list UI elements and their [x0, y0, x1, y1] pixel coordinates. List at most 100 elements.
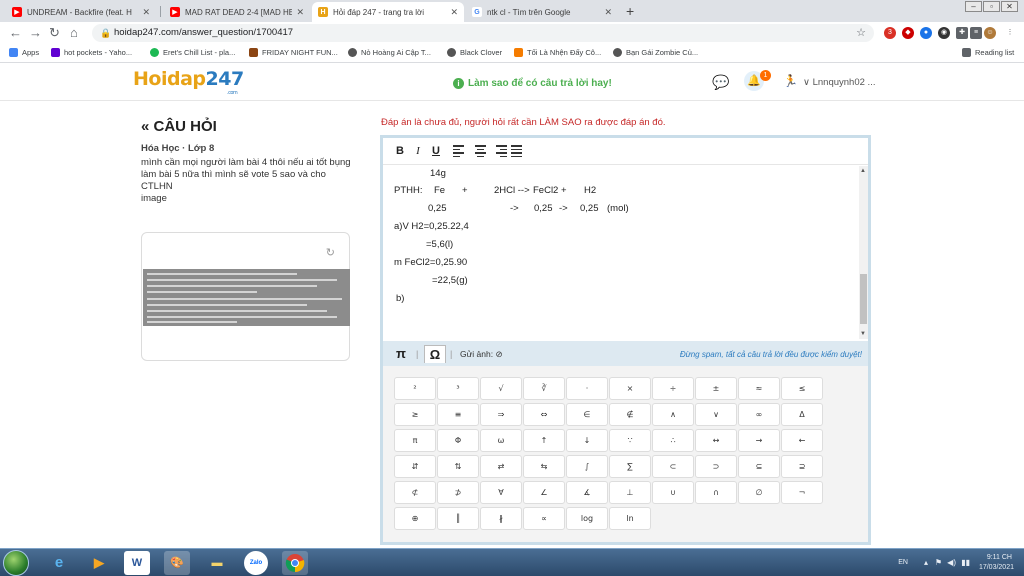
symbol-button[interactable]: ≡ — [437, 403, 479, 426]
symbol-button[interactable]: ∑ — [609, 455, 651, 478]
new-tab-button[interactable]: + — [626, 3, 634, 19]
close-icon[interactable]: ✕ — [450, 7, 458, 18]
symbol-button[interactable]: ⇆ — [523, 455, 565, 478]
symbol-button[interactable]: ← — [781, 429, 823, 452]
symbol-button[interactable]: ∪ — [652, 481, 694, 504]
chrome-icon[interactable] — [282, 551, 308, 575]
italic-button[interactable]: I — [409, 142, 427, 160]
symbol-button[interactable]: ÷ — [652, 377, 694, 400]
symbol-button[interactable]: √ — [480, 377, 522, 400]
close-icon[interactable]: ✕ — [142, 7, 150, 18]
symbol-button[interactable]: ∉ — [609, 403, 651, 426]
bookmark-item[interactable]: Tối Là Nhện Đấy Cô... — [514, 48, 601, 57]
align-left-icon[interactable] — [453, 142, 471, 160]
symbol-button[interactable]: Δ — [781, 403, 823, 426]
bookmark-item[interactable]: hot pockets - Yaho... — [51, 48, 132, 57]
symbol-button[interactable]: ⊄ — [394, 481, 436, 504]
attach-image-button[interactable]: Gửi ảnh: ⊘ — [460, 349, 503, 360]
symbol-button[interactable]: ⇔ — [523, 403, 565, 426]
symbol-button[interactable]: ∨ — [695, 403, 737, 426]
symbol-button[interactable]: ⊕ — [394, 507, 436, 530]
close-window-button[interactable]: ✕ — [1001, 1, 1018, 12]
answer-tips-link[interactable]: i Làm sao để có câu trả lời hay! — [453, 78, 612, 89]
symbol-button[interactable]: ∀ — [480, 481, 522, 504]
lock-icon[interactable]: 🔒 — [100, 24, 111, 42]
extension-badge-icon[interactable]: 3 — [884, 27, 896, 39]
tab-undream[interactable]: ▶ UNDREAM - Backfire (feat. H ✕ — [6, 2, 156, 22]
symbol-button[interactable]: ∴ — [652, 429, 694, 452]
media-player-icon[interactable]: ▶ — [86, 551, 112, 575]
bookmark-star-icon[interactable]: ☆ — [856, 24, 866, 42]
bookmark-item[interactable]: Eret's Chill List - pla... — [150, 48, 235, 57]
symbol-button[interactable]: ∅ — [738, 481, 780, 504]
symbol-button[interactable]: ⊂ — [652, 455, 694, 478]
folder-icon[interactable]: ▬ — [204, 551, 230, 575]
symbol-button[interactable]: ² — [394, 377, 436, 400]
symbol-button[interactable]: × — [609, 377, 651, 400]
avatar[interactable]: 🏃 — [783, 74, 798, 88]
symbol-button[interactable]: ↓ — [566, 429, 608, 452]
answer-text-area[interactable]: 14g PTHH: Fe + 2HCl --> FeCl2 + H2 0,25 … — [383, 166, 859, 339]
symbol-button[interactable]: → — [738, 429, 780, 452]
align-center-icon[interactable] — [471, 142, 489, 160]
scroll-up-arrow-icon[interactable]: ▲ — [860, 168, 866, 174]
symbol-button[interactable]: ⇵ — [394, 455, 436, 478]
extension-icon[interactable]: ● — [920, 27, 932, 39]
symbol-button[interactable]: log — [566, 507, 608, 530]
puzzle-icon[interactable]: ✚ — [956, 27, 968, 39]
word-icon[interactable]: W — [124, 551, 150, 575]
bookmark-item[interactable]: Nỏ Hoàng Ai Cập T... — [348, 48, 431, 57]
symbol-button[interactable]: ⇄ — [480, 455, 522, 478]
symbol-button[interactable]: ¬ — [781, 481, 823, 504]
symbol-button[interactable]: ║ — [437, 507, 479, 530]
clock-date[interactable]: 17/03/2021 — [979, 564, 1014, 571]
flag-icon[interactable]: ⚑ — [935, 558, 942, 567]
bold-button[interactable]: B — [391, 142, 409, 160]
language-indicator[interactable]: EN — [898, 559, 908, 566]
align-justify-icon[interactable] — [507, 142, 525, 160]
symbol-button[interactable]: ∡ — [566, 481, 608, 504]
symbol-button[interactable]: ↑ — [523, 429, 565, 452]
question-image[interactable] — [143, 269, 350, 326]
forward-arrow-icon[interactable]: → — [29, 25, 42, 40]
symbol-button[interactable]: ∠ — [523, 481, 565, 504]
playlist-icon[interactable]: ≡ — [970, 27, 982, 39]
symbol-button[interactable]: ≥ — [394, 403, 436, 426]
bookmark-item[interactable]: Black Clover — [447, 48, 502, 57]
symbol-button[interactable]: · — [566, 377, 608, 400]
close-icon[interactable]: ✕ — [296, 7, 304, 18]
tab-mad-rat-dead[interactable]: ▶ MAD RAT DEAD 2-4 [MAD HEAR ✕ — [164, 2, 310, 22]
tab-math-symbols[interactable]: π — [392, 345, 410, 363]
symbol-button[interactable]: ⇅ — [437, 455, 479, 478]
back-arrow-icon[interactable]: ← — [9, 25, 22, 40]
symbol-button[interactable]: ⊆ — [738, 455, 780, 478]
network-icon[interactable]: ▮▮ — [961, 558, 970, 567]
symbol-button[interactable]: ∫ — [566, 455, 608, 478]
zalo-icon[interactable]: Zalo — [244, 551, 268, 575]
symbol-button[interactable]: ∞ — [738, 403, 780, 426]
symbol-button[interactable]: ± — [695, 377, 737, 400]
bookmark-item[interactable]: Bạn Gái Zombie Củ... — [613, 48, 698, 57]
symbol-button[interactable]: ∝ — [523, 507, 565, 530]
extension-icon[interactable]: ◉ — [938, 27, 950, 39]
symbol-button[interactable]: ⊃ — [695, 455, 737, 478]
tab-google[interactable]: G ntk cl - Tìm trên Google ✕ — [466, 2, 618, 22]
back-to-question-link[interactable]: « CÂU HỎI — [141, 118, 217, 135]
avatar[interactable]: ☺ — [984, 27, 996, 39]
ublock-icon[interactable]: ◆ — [902, 27, 914, 39]
symbol-button[interactable]: ⊅ — [437, 481, 479, 504]
symbol-button[interactable]: ≤ — [781, 377, 823, 400]
paint-icon[interactable]: 🎨 — [164, 551, 190, 575]
reload-icon[interactable]: ↻ — [49, 25, 60, 41]
bookmark-item[interactable]: FRIDAY NIGHT FUN... — [249, 48, 338, 57]
tab-special-symbols[interactable]: Ω — [424, 345, 446, 363]
rotate-icon[interactable]: ↻ — [326, 246, 335, 259]
volume-icon[interactable]: ◀) — [947, 558, 956, 567]
site-logo[interactable]: Hoidap247 .com — [133, 68, 244, 96]
align-right-icon[interactable] — [489, 142, 507, 160]
symbol-button[interactable]: ∧ — [652, 403, 694, 426]
clock-time[interactable]: 9:11 CH — [987, 554, 1012, 561]
symbol-button[interactable]: ↔ — [695, 429, 737, 452]
scrollbar-thumb[interactable] — [860, 274, 867, 324]
symbol-button[interactable]: ω — [480, 429, 522, 452]
